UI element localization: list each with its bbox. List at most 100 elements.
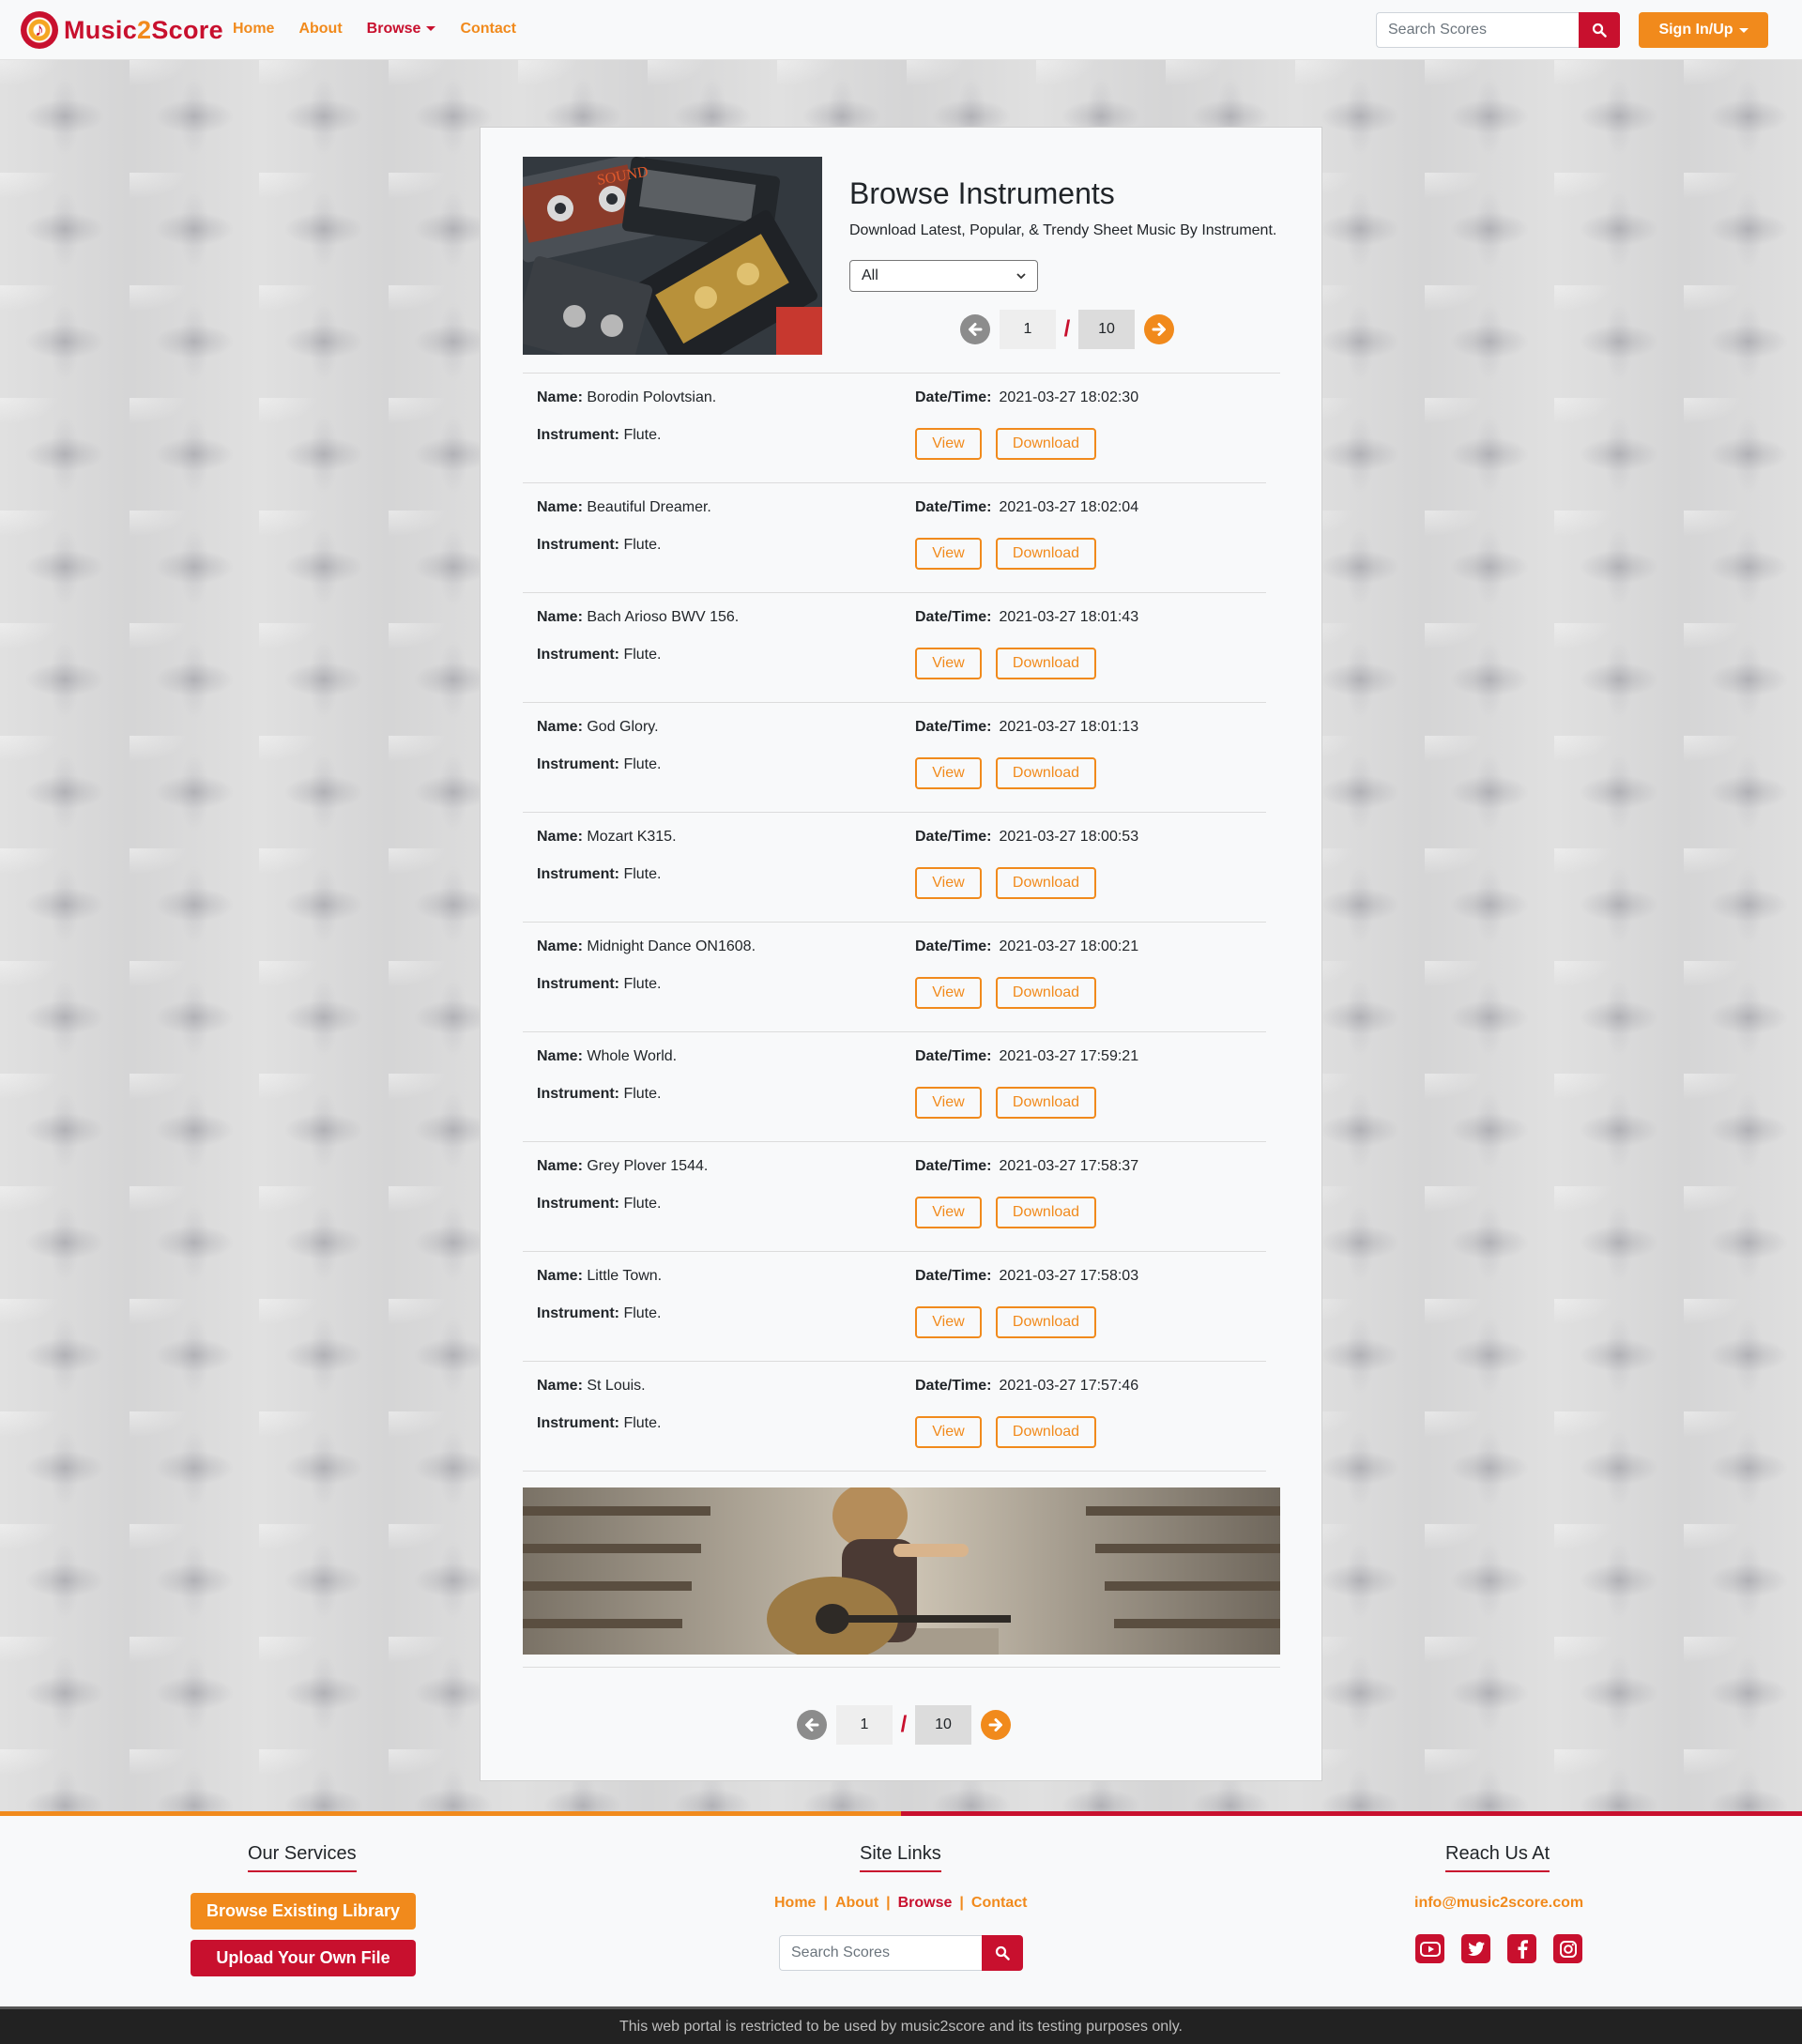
name-label: Name:: [537, 1378, 583, 1394]
download-button[interactable]: Download: [996, 977, 1096, 1009]
score-datetime: 2021-03-27 18:01:13: [999, 719, 1139, 735]
page-separator: /: [900, 1712, 908, 1737]
nav-about[interactable]: About: [298, 21, 342, 38]
datetime-label: Date/Time:: [915, 1158, 992, 1174]
services-title: Our Services: [248, 1843, 357, 1872]
page-separator: /: [1063, 316, 1071, 342]
youtube-icon[interactable]: [1415, 1934, 1444, 1963]
download-button[interactable]: Download: [996, 648, 1096, 679]
prev-page-button[interactable]: [797, 1710, 827, 1740]
next-page-button[interactable]: [1144, 314, 1174, 344]
score-name: Little Town.: [587, 1268, 663, 1284]
next-page-button[interactable]: [981, 1710, 1011, 1740]
footer-link-about[interactable]: About: [835, 1895, 878, 1912]
top-pagination: 1 / 10: [960, 310, 1174, 349]
download-button[interactable]: Download: [996, 1087, 1096, 1119]
contact-email-link[interactable]: info@music2score.com: [1414, 1895, 1583, 1912]
score-datetime: 2021-03-27 18:02:04: [999, 499, 1139, 515]
instrument-label: Instrument:: [537, 1086, 619, 1102]
download-button[interactable]: Download: [996, 867, 1096, 899]
arrow-left-icon: [805, 1718, 819, 1731]
instrument-label: Instrument:: [537, 647, 619, 663]
arrow-left-icon: [969, 323, 983, 336]
download-button[interactable]: Download: [996, 538, 1096, 570]
view-button[interactable]: View: [915, 428, 982, 460]
total-pages: 10: [915, 1705, 971, 1745]
score-name: Borodin Polovtsian.: [587, 389, 717, 405]
footer-search-button[interactable]: [982, 1935, 1023, 1971]
score-instrument: Flute.: [623, 976, 662, 992]
music-note-logo-icon: ♪: [21, 11, 58, 49]
instrument-label: Instrument:: [537, 1196, 619, 1212]
view-button[interactable]: View: [915, 1416, 982, 1448]
view-button[interactable]: View: [915, 1087, 982, 1119]
brand-link[interactable]: ♪ Music2Score: [21, 11, 223, 49]
instrument-filter-value: All: [862, 267, 878, 283]
view-button[interactable]: View: [915, 648, 982, 679]
score-instrument: Flute.: [623, 866, 662, 882]
link-separator: |: [823, 1895, 828, 1911]
view-button[interactable]: View: [915, 1306, 982, 1338]
download-button[interactable]: Download: [996, 1306, 1096, 1338]
name-label: Name:: [537, 1268, 583, 1284]
twitter-icon[interactable]: [1461, 1934, 1490, 1963]
download-button[interactable]: Download: [996, 428, 1096, 460]
score-row: Name: Midnight Dance ON1608. Instrument:…: [523, 923, 1266, 1032]
datetime-label: Date/Time:: [915, 389, 992, 405]
page-title: Browse Instruments: [849, 176, 1115, 210]
view-button[interactable]: View: [915, 538, 982, 570]
nav-browse-dropdown[interactable]: Browse: [367, 21, 436, 38]
footer-link-contact[interactable]: Contact: [971, 1895, 1028, 1912]
score-name: Midnight Dance ON1608.: [587, 938, 756, 954]
arrow-right-icon: [1152, 323, 1166, 336]
download-button[interactable]: Download: [996, 1197, 1096, 1228]
upload-file-button[interactable]: Upload Your Own File: [191, 1940, 416, 1976]
total-pages: 10: [1078, 310, 1135, 349]
browse-library-button[interactable]: Browse Existing Library: [191, 1893, 416, 1930]
footer-link-home[interactable]: Home: [774, 1895, 816, 1912]
name-label: Name:: [537, 1158, 583, 1174]
nav-search-button[interactable]: [1579, 12, 1620, 48]
signin-dropdown-button[interactable]: Sign In/Up: [1639, 12, 1768, 48]
score-name: St Louis.: [587, 1378, 646, 1394]
download-button[interactable]: Download: [996, 1416, 1096, 1448]
nav-search-form: [1376, 12, 1620, 48]
score-row: Name: Borodin Polovtsian. Instrument: Fl…: [523, 374, 1266, 483]
name-label: Name:: [537, 389, 583, 405]
download-button[interactable]: Download: [996, 757, 1096, 789]
nav-home[interactable]: Home: [233, 21, 274, 38]
footer-notice: This web portal is restricted to be used…: [0, 2006, 1802, 2044]
score-row: Name: Beautiful Dreamer. Instrument: Flu…: [523, 483, 1266, 593]
facebook-icon[interactable]: [1507, 1934, 1536, 1963]
datetime-label: Date/Time:: [915, 938, 992, 954]
prev-page-button[interactable]: [960, 314, 990, 344]
score-name: God Glory.: [587, 719, 659, 735]
current-page-input[interactable]: 1: [1000, 310, 1056, 349]
caret-down-icon: [426, 26, 436, 32]
instrument-label: Instrument:: [537, 427, 619, 443]
instrument-filter-select[interactable]: All: [849, 260, 1038, 292]
nav-contact[interactable]: Contact: [460, 21, 516, 38]
datetime-label: Date/Time:: [915, 1048, 992, 1064]
nav-search-input[interactable]: [1376, 12, 1579, 48]
footer-search-input[interactable]: [779, 1935, 982, 1971]
score-row: Name: Whole World. Instrument: Flute. Da…: [523, 1032, 1266, 1142]
arrow-right-icon: [988, 1718, 1002, 1731]
guitar-banner-image: [523, 1487, 1280, 1655]
view-button[interactable]: View: [915, 867, 982, 899]
footer-link-browse[interactable]: Browse: [898, 1895, 953, 1912]
site-links-title: Site Links: [860, 1843, 941, 1872]
current-page-input[interactable]: 1: [836, 1705, 893, 1745]
view-button[interactable]: View: [915, 1197, 982, 1228]
score-datetime: 2021-03-27 17:58:03: [999, 1268, 1139, 1284]
score-instrument: Flute.: [623, 756, 662, 772]
social-links: [1415, 1934, 1582, 1963]
view-button[interactable]: View: [915, 757, 982, 789]
score-instrument: Flute.: [623, 1305, 662, 1321]
view-button[interactable]: View: [915, 977, 982, 1009]
instagram-icon[interactable]: [1553, 1934, 1582, 1963]
score-instrument: Flute.: [623, 1086, 662, 1102]
name-label: Name:: [537, 499, 583, 515]
score-instrument: Flute.: [623, 427, 662, 443]
score-datetime: 2021-03-27 18:02:30: [999, 389, 1139, 405]
